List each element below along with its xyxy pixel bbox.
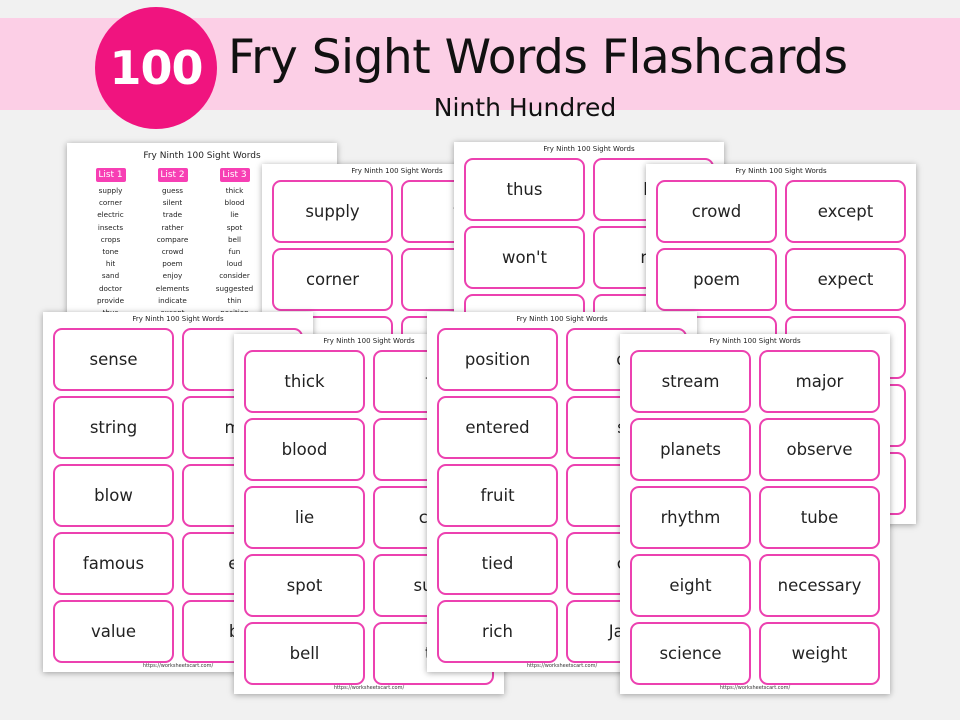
list-word: trade <box>162 210 183 220</box>
list-word: elements <box>155 283 190 293</box>
list-column: List 3 thick blood lie spot bell fun loud consid… <box>213 168 256 319</box>
list-word: suggested <box>215 283 254 293</box>
sheet-footer-url: https://worksheetscart.com/ <box>333 685 405 691</box>
list-word: corner <box>98 198 123 208</box>
flashcard: science <box>630 622 751 685</box>
sheet-title: Fry Ninth 100 Sight Words <box>516 315 608 323</box>
flashcard: lie <box>244 486 365 549</box>
sheet-title: Fry Ninth 100 Sight Words <box>143 151 261 161</box>
list-word: silent <box>162 198 183 208</box>
list-label: List 1 <box>95 168 126 182</box>
flashcard: spot <box>244 554 365 617</box>
list-word: loud <box>226 259 243 269</box>
list-word: spot <box>226 222 243 232</box>
flashcard: famous <box>53 532 174 595</box>
flashcard: supply <box>272 180 393 243</box>
flashcard: thick <box>244 350 365 413</box>
list-word: supply <box>98 186 123 195</box>
list-word: guess <box>161 186 184 195</box>
flashcard: tied <box>437 532 558 595</box>
sheet-title: Fry Ninth 100 Sight Words <box>543 145 635 153</box>
flashcard: bell <box>244 622 365 685</box>
list-word: rather <box>161 222 184 232</box>
list-column: List 2 guess silent trade rather compare crowd… <box>151 168 194 319</box>
flashcard: sense <box>53 328 174 391</box>
flashcard: eight <box>630 554 751 617</box>
flashcard: rhythm <box>630 486 751 549</box>
list-column: List 1 supply corner electric insects crops to… <box>89 168 132 319</box>
list-word: crops <box>100 234 121 244</box>
flashcard: fruit <box>437 464 558 527</box>
flashcard-grid: stream major planets observe rhythm tube eight… <box>630 350 880 685</box>
list-word: doctor <box>98 283 123 293</box>
flashcard: rich <box>437 600 558 663</box>
flashcard: weight <box>759 622 880 685</box>
flashcard: corner <box>272 248 393 311</box>
flashcard: position <box>437 328 558 391</box>
list-word: thick <box>225 186 244 195</box>
page-subtitle: Ninth Hundred <box>433 93 617 122</box>
list-word: compare <box>156 234 189 244</box>
list-word: blood <box>224 198 245 208</box>
sheet-title: Fry Ninth 100 Sight Words <box>735 167 827 175</box>
list-word: electric <box>97 210 124 220</box>
list-label: List 2 <box>157 168 188 182</box>
list-word: crowd <box>161 246 184 256</box>
list-word: tone <box>102 246 119 256</box>
flashcard: value <box>53 600 174 663</box>
sheet-footer-url: https://worksheetscart.com/ <box>719 685 791 691</box>
flashcard: stream <box>630 350 751 413</box>
list-word: fun <box>228 246 241 256</box>
page-title: Fry Sight Words Flashcards <box>228 30 848 85</box>
flashcard: poem <box>656 248 777 311</box>
flashcard: major <box>759 350 880 413</box>
flashcard: thus <box>464 158 585 221</box>
list-word: bell <box>228 234 241 244</box>
flashcard: blood <box>244 418 365 481</box>
flashcard: string <box>53 396 174 459</box>
flashcard: except <box>785 180 906 243</box>
flashcard: observe <box>759 418 880 481</box>
word-lists: List 1 supply corner electric insects crops to… <box>89 168 256 319</box>
flashcard-sheet: Fry Ninth 100 Sight Words stream major plan… <box>620 334 890 694</box>
flashcard: won't <box>464 226 585 289</box>
list-word: lie <box>230 210 239 220</box>
flashcard: planets <box>630 418 751 481</box>
list-word: sand <box>101 271 120 281</box>
list-word: indicate <box>158 295 187 305</box>
list-word: enjoy <box>162 271 183 281</box>
list-word: thin <box>227 295 242 305</box>
flashcard: necessary <box>759 554 880 617</box>
list-word: insects <box>97 222 124 232</box>
list-word: provide <box>97 295 124 305</box>
list-word: hit <box>105 259 116 269</box>
flashcard: tube <box>759 486 880 549</box>
flashcard: expect <box>785 248 906 311</box>
flashcard: entered <box>437 396 558 459</box>
sheet-title: Fry Ninth 100 Sight Words <box>709 337 801 345</box>
flashcard: blow <box>53 464 174 527</box>
list-word: poem <box>162 259 183 269</box>
flashcard: crowd <box>656 180 777 243</box>
list-label: List 3 <box>219 168 250 182</box>
sheet-title: Fry Ninth 100 Sight Words <box>132 315 224 323</box>
list-word: consider <box>219 271 250 281</box>
